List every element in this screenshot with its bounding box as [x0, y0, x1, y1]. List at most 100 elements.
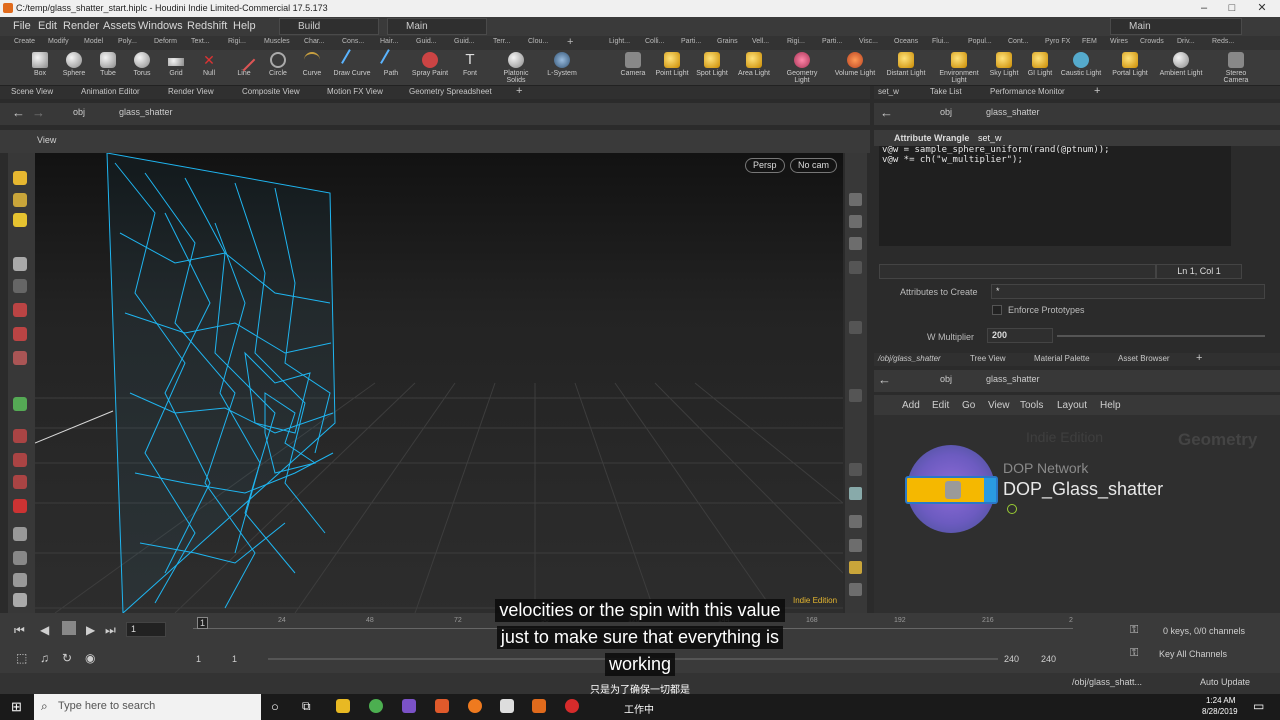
blender-icon[interactable]: [468, 699, 482, 713]
shelf-tab[interactable]: Flui...: [932, 38, 949, 45]
sky-light-tool[interactable]: Sky Light: [987, 52, 1021, 77]
path-tool[interactable]: Path: [374, 49, 408, 77]
gi-light-tool[interactable]: GI Light: [1023, 52, 1057, 77]
tab-performance-monitor[interactable]: Performance Monitor: [990, 87, 1065, 96]
maximize-button[interactable]: □: [1218, 1, 1246, 16]
forward-arrow-icon[interactable]: →: [32, 105, 45, 120]
clock-date[interactable]: 8/28/2019: [1202, 707, 1238, 716]
shelf-tab[interactable]: Driv...: [1177, 38, 1195, 45]
handle-tool-icon[interactable]: [13, 213, 27, 227]
shelf-tab[interactable]: Parti...: [681, 38, 701, 45]
task-view-icon[interactable]: ⧉: [302, 699, 311, 714]
transform-tool-icon[interactable]: [13, 193, 27, 207]
vector-icon[interactable]: [849, 389, 862, 402]
menu-layout[interactable]: Layout: [1057, 400, 1087, 411]
shelf-tab[interactable]: Guid...: [454, 38, 475, 45]
menu-redshift[interactable]: Redshift: [187, 20, 227, 32]
font-tool[interactable]: T Font: [453, 52, 487, 78]
shelf-tab[interactable]: Rigi...: [787, 38, 805, 45]
close-button[interactable]: ✕: [1248, 1, 1276, 16]
tab-animation-editor[interactable]: Animation Editor: [81, 87, 140, 96]
pointer-icon[interactable]: [13, 257, 27, 271]
shelf-tab[interactable]: Terr...: [493, 38, 511, 45]
path-obj[interactable]: obj: [940, 107, 952, 117]
box-tool[interactable]: Box: [23, 52, 57, 77]
shelf-tab[interactable]: Hair...: [380, 38, 398, 45]
attr-create-input[interactable]: *: [991, 284, 1265, 299]
w-multiplier-input[interactable]: 200: [987, 328, 1053, 343]
shelf-tab[interactable]: Guid...: [416, 38, 437, 45]
tab-composite-view[interactable]: Composite View: [242, 87, 300, 96]
info-icon[interactable]: [849, 539, 862, 552]
shelf-tab[interactable]: Crowds: [1140, 38, 1164, 45]
menu-windows[interactable]: Windows: [138, 20, 183, 32]
paint-icon[interactable]: [13, 475, 27, 489]
red-magnet-icon[interactable]: [13, 499, 27, 513]
shelf-tab[interactable]: Clou...: [528, 38, 548, 45]
display-flag[interactable]: [984, 478, 996, 502]
path-node[interactable]: glass_shatter: [119, 107, 173, 117]
3d-viewport[interactable]: [35, 153, 843, 613]
tab-asset-browser[interactable]: Asset Browser: [1118, 354, 1170, 363]
taskbar-search[interactable]: ⌕ Type here to search: [34, 694, 261, 720]
back-arrow-icon[interactable]: ←: [878, 372, 891, 387]
spray-paint-tool[interactable]: Spray Paint: [410, 52, 450, 77]
shelf-tab[interactable]: Pyro FX: [1045, 38, 1070, 45]
curve-tool[interactable]: Curve: [295, 52, 329, 77]
tab-network[interactable]: /obj/glass_shatter: [878, 354, 941, 363]
shelf-tab[interactable]: Model: [84, 38, 103, 45]
minimize-button[interactable]: –: [1190, 1, 1218, 16]
shelf-tab[interactable]: Cons...: [342, 38, 364, 45]
notifications-icon[interactable]: ▭: [1253, 699, 1264, 713]
w-multiplier-slider[interactable]: [1057, 335, 1265, 337]
view-label[interactable]: View: [37, 135, 56, 145]
shelf-tab[interactable]: Cont...: [1008, 38, 1029, 45]
menu-tools[interactable]: Tools: [1020, 400, 1043, 411]
app-icon[interactable]: [435, 699, 449, 713]
ambient-light-tool[interactable]: Ambient Light: [1156, 52, 1206, 77]
nocam-button[interactable]: No cam: [790, 158, 838, 173]
shelf-tab[interactable]: Text...: [191, 38, 210, 45]
menu-edit[interactable]: Edit: [38, 20, 57, 32]
back-arrow-icon[interactable]: ←: [880, 105, 893, 120]
line-tool[interactable]: Line: [227, 48, 261, 77]
menu-edit[interactable]: Edit: [932, 400, 949, 411]
enforce-prototypes-checkbox[interactable]: [992, 305, 1002, 315]
tab-geometry-spreadsheet[interactable]: Geometry Spreadsheet: [409, 87, 492, 96]
file-explorer-icon[interactable]: [336, 699, 350, 713]
menu-assets[interactable]: Assets: [103, 20, 136, 32]
cortana-icon[interactable]: ○: [271, 699, 279, 714]
clock-time[interactable]: 1:24 AM: [1206, 696, 1235, 705]
portal-light-tool[interactable]: Portal Light: [1108, 52, 1152, 77]
snap-grid-icon[interactable]: [13, 351, 27, 365]
add-tab-icon[interactable]: +: [1196, 352, 1202, 364]
network-editor[interactable]: Indie Edition Geometry DOP Network DOP_G…: [874, 415, 1280, 613]
add-tab-icon[interactable]: +: [516, 85, 522, 97]
torus-tool[interactable]: Torus: [125, 52, 159, 77]
shelf-tab[interactable]: Popul...: [968, 38, 992, 45]
shelf-tab[interactable]: Vell...: [752, 38, 769, 45]
grid-tool[interactable]: Grid: [159, 52, 193, 77]
menu-help[interactable]: Help: [1100, 400, 1121, 411]
tab-take-list[interactable]: Take List: [930, 87, 962, 96]
shelf-tab[interactable]: Parti...: [822, 38, 842, 45]
tab-render-view[interactable]: Render View: [168, 87, 214, 96]
shelf-tab[interactable]: FEM: [1082, 38, 1097, 45]
brush-icon[interactable]: [13, 573, 27, 587]
volume-light-tool[interactable]: Volume Light: [833, 52, 877, 77]
text-abc-icon[interactable]: [849, 463, 862, 476]
pin-icon[interactable]: [849, 515, 862, 528]
shelf-tab[interactable]: Reds...: [1212, 38, 1234, 45]
tab-set-w[interactable]: set_w: [878, 87, 899, 96]
menu-add[interactable]: Add: [902, 400, 920, 411]
tab-scene-view[interactable]: Scene View: [11, 87, 53, 96]
display-icon[interactable]: [13, 397, 27, 411]
null-tool[interactable]: ✕ Null: [192, 52, 226, 77]
shelf-tab[interactable]: Oceans: [894, 38, 918, 45]
shelf-tab[interactable]: Create: [14, 38, 35, 45]
app-icon[interactable]: [402, 699, 416, 713]
shelf-tab[interactable]: Poly...: [118, 38, 137, 45]
recorder-icon[interactable]: [565, 699, 579, 713]
windows-start-icon[interactable]: ⊞: [11, 699, 22, 715]
platonic-solids-tool[interactable]: Platonic Solids: [497, 52, 535, 84]
